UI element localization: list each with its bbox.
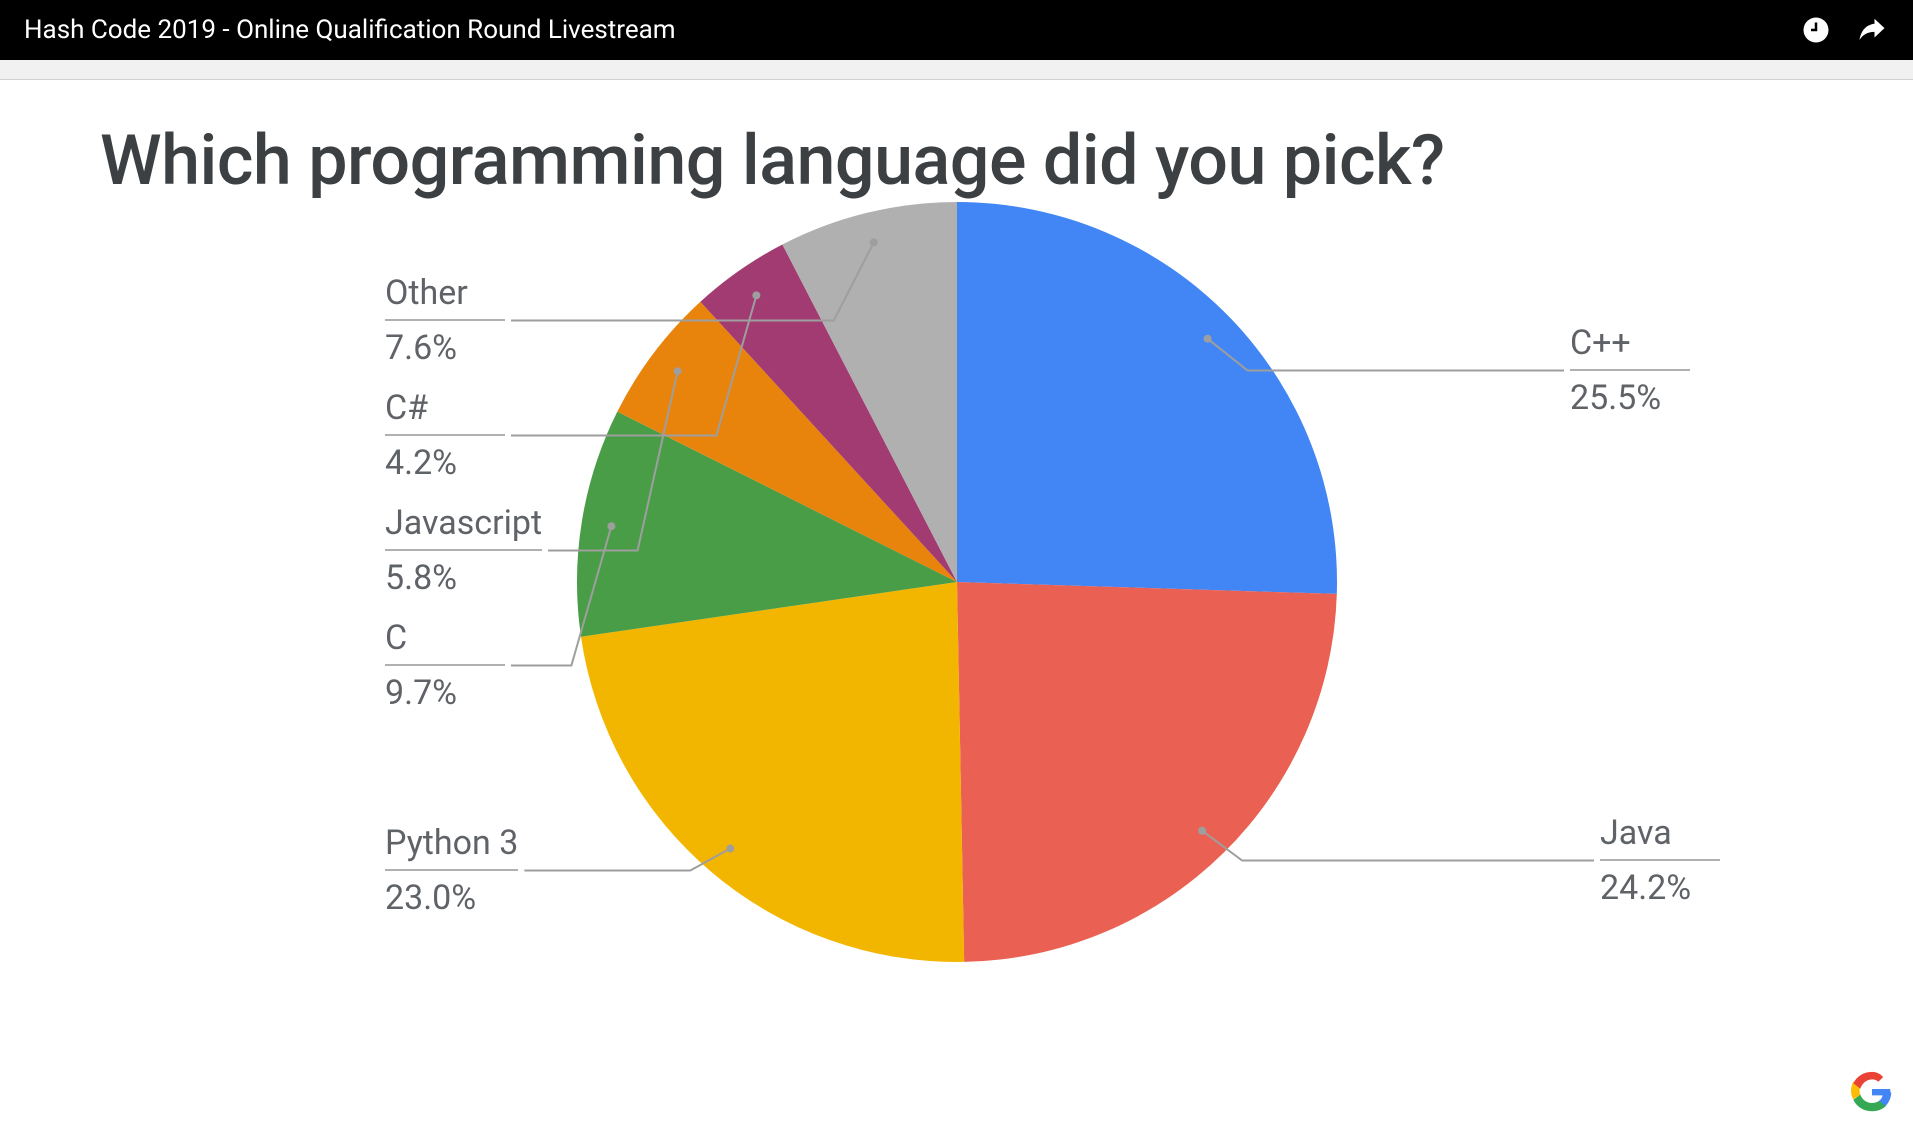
label-js: Javascript 5.8% — [385, 502, 542, 599]
label-cpp: C++ 25.5% — [1570, 322, 1690, 419]
pie-slice-c — [957, 202, 1337, 594]
label-python3: Python 3 23.0% — [385, 822, 518, 919]
label-cpp-name: C++ — [1570, 322, 1690, 371]
chart-title: Which programming language did you pick? — [100, 120, 1813, 202]
label-other: Other 7.6% — [385, 272, 505, 369]
label-c-pct: 9.7% — [385, 673, 457, 713]
label-c: C 9.7% — [385, 617, 505, 714]
video-title: Hash Code 2019 - Online Qualification Ro… — [24, 15, 676, 45]
share-icon[interactable] — [1855, 15, 1889, 45]
label-cpp-pct: 25.5% — [1570, 378, 1661, 418]
label-js-pct: 5.8% — [385, 558, 457, 598]
topbar-separator — [0, 60, 1913, 80]
watch-later-icon[interactable] — [1801, 15, 1831, 45]
pie-svg — [567, 192, 1347, 972]
video-topbar: Hash Code 2019 - Online Qualification Ro… — [0, 0, 1913, 60]
label-other-name: Other — [385, 272, 505, 321]
pie-slice-python3 — [580, 582, 963, 962]
pie-chart: C++ 25.5% Java 24.2% Python 3 23.0% C 9.… — [100, 222, 1813, 1022]
label-python3-pct: 23.0% — [385, 878, 476, 918]
topbar-actions — [1801, 15, 1889, 45]
label-csharp: C# 4.2% — [385, 387, 505, 484]
label-csharp-name: C# — [385, 387, 505, 436]
label-java-pct: 24.2% — [1600, 868, 1691, 908]
label-other-pct: 7.6% — [385, 328, 457, 368]
label-csharp-pct: 4.2% — [385, 443, 457, 483]
label-java: Java 24.2% — [1600, 812, 1720, 909]
slide: Which programming language did you pick?… — [0, 80, 1913, 1137]
label-c-name: C — [385, 617, 505, 666]
label-python3-name: Python 3 — [385, 822, 518, 871]
google-logo-icon — [1851, 1071, 1893, 1117]
label-js-name: Javascript — [385, 502, 542, 551]
pie-slice-java — [957, 582, 1337, 962]
label-java-name: Java — [1600, 812, 1720, 861]
